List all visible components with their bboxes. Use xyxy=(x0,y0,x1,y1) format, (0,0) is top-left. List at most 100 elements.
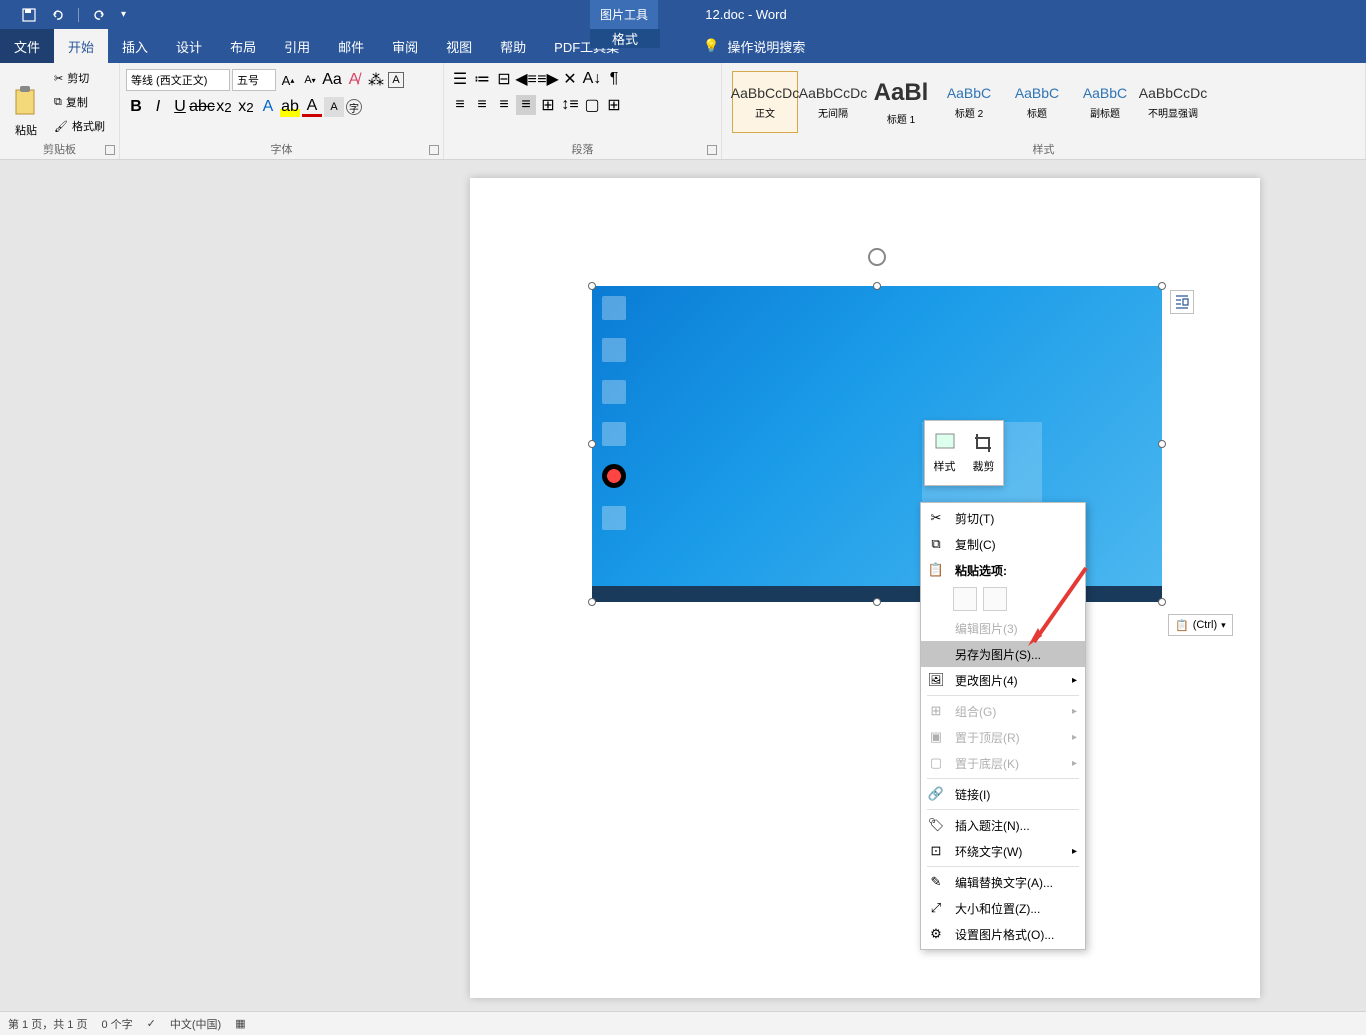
paste-option-2[interactable] xyxy=(983,587,1007,611)
cm-edit-alt-text[interactable]: ✎编辑替换文字(A)... xyxy=(921,869,1085,895)
distributed-icon[interactable]: ⊞ xyxy=(538,95,558,115)
cm-insert-caption[interactable]: 🏷插入题注(N)... xyxy=(921,812,1085,838)
ribbon: 粘贴 ✂剪切 ⧉复制 🖌格式刷 剪贴板 等线 (西文正文) 五号 A▴ A▾ A… xyxy=(0,63,1366,160)
underline-icon[interactable]: U xyxy=(170,97,190,117)
style-item-3[interactable]: AaBbC标题 2 xyxy=(936,71,1002,133)
save-icon[interactable] xyxy=(22,8,36,22)
borders-icon[interactable]: ⊞ xyxy=(604,95,624,115)
tab-home[interactable]: 开始 xyxy=(54,29,108,63)
tab-review[interactable]: 审阅 xyxy=(378,29,432,63)
italic-icon[interactable]: I xyxy=(148,97,168,117)
tab-format[interactable]: 格式 xyxy=(590,29,660,48)
strike-icon[interactable]: abc xyxy=(192,97,212,117)
style-item-5[interactable]: AaBbC副标题 xyxy=(1072,71,1138,133)
brush-icon: 🖌 xyxy=(54,120,68,133)
tab-layout[interactable]: 布局 xyxy=(216,29,270,63)
rotate-handle[interactable] xyxy=(868,248,886,266)
clipboard-icon: 📋 xyxy=(927,561,945,579)
tab-help[interactable]: 帮助 xyxy=(486,29,540,63)
tab-design[interactable]: 设计 xyxy=(162,29,216,63)
handle-se[interactable] xyxy=(1158,598,1166,606)
group-clipboard: 粘贴 ✂剪切 ⧉复制 🖌格式刷 剪贴板 xyxy=(0,63,120,159)
font-name-combo[interactable]: 等线 (西文正文) xyxy=(126,69,230,91)
text-effects-icon[interactable]: A xyxy=(258,97,278,117)
cm-change-picture[interactable]: 🖼更改图片(4)▸ xyxy=(921,667,1085,693)
tab-view[interactable]: 视图 xyxy=(432,29,486,63)
cm-wrap-text[interactable]: ⊡环绕文字(W)▸ xyxy=(921,838,1085,864)
font-color-icon[interactable]: A xyxy=(302,97,322,117)
shading-icon[interactable]: ▢ xyxy=(582,95,602,115)
phonetic-icon[interactable]: ⁂ xyxy=(366,70,386,90)
style-item-1[interactable]: AaBbCcDc无间隔 xyxy=(800,71,866,133)
handle-ne[interactable] xyxy=(1158,282,1166,290)
word-count[interactable]: 0 个字 xyxy=(101,1016,132,1032)
style-item-2[interactable]: AaBl标题 1 xyxy=(868,71,934,133)
cm-format-picture[interactable]: ⚙设置图片格式(O)... xyxy=(921,921,1085,947)
macro-icon[interactable]: ▦ xyxy=(235,1017,245,1030)
tab-insert[interactable]: 插入 xyxy=(108,29,162,63)
handle-n[interactable] xyxy=(873,282,881,290)
paste-option-1[interactable] xyxy=(953,587,977,611)
clear-format-icon[interactable]: A̸ xyxy=(344,70,364,90)
undo-icon[interactable] xyxy=(50,8,64,22)
style-item-6[interactable]: AaBbCcDc不明显强调 xyxy=(1140,71,1206,133)
tab-file[interactable]: 文件 xyxy=(0,29,54,63)
line-spacing-icon[interactable]: ↕≡ xyxy=(560,95,580,115)
superscript-icon[interactable]: x2 xyxy=(236,97,256,117)
proofing-icon[interactable]: ✓ xyxy=(147,1017,156,1030)
styles-gallery[interactable]: AaBbCcDc正文AaBbCcDc无间隔AaBl标题 1AaBbC标题 2Aa… xyxy=(728,67,1359,137)
char-border-icon[interactable]: A xyxy=(388,72,404,88)
paragraph-launcher[interactable] xyxy=(707,145,717,155)
enclose-char-icon[interactable]: 字 xyxy=(346,99,362,115)
paste-smart-tag[interactable]: 📋 (Ctrl) ▾ xyxy=(1168,614,1233,636)
shrink-font-icon[interactable]: A▾ xyxy=(300,70,320,90)
highlight-icon[interactable]: ab xyxy=(280,97,300,117)
copy-button[interactable]: ⧉复制 xyxy=(50,91,109,113)
style-item-4[interactable]: AaBbC标题 xyxy=(1004,71,1070,133)
bold-icon[interactable]: B xyxy=(126,97,146,117)
bullets-icon[interactable]: ☰ xyxy=(450,69,470,89)
handle-e[interactable] xyxy=(1158,440,1166,448)
language[interactable]: 中文(中国) xyxy=(170,1016,221,1032)
asian-layout-icon[interactable]: ✕ xyxy=(560,69,580,89)
font-size-combo[interactable]: 五号 xyxy=(232,69,276,91)
cm-copy[interactable]: ⧉复制(C) xyxy=(921,531,1085,557)
format-painter-button[interactable]: 🖌格式刷 xyxy=(50,115,109,137)
multilevel-icon[interactable]: ⊟ xyxy=(494,69,514,89)
chevron-right-icon: ▸ xyxy=(1072,706,1077,717)
align-left-icon[interactable]: ≡ xyxy=(450,95,470,115)
char-shading-icon[interactable]: A xyxy=(324,97,344,117)
tab-mailings[interactable]: 邮件 xyxy=(324,29,378,63)
show-marks-icon[interactable]: ¶ xyxy=(604,69,624,89)
cm-cut[interactable]: ✂剪切(T) xyxy=(921,505,1085,531)
cm-link[interactable]: 🔗链接(I) xyxy=(921,781,1085,807)
grow-font-icon[interactable]: A▴ xyxy=(278,70,298,90)
cm-paste-options xyxy=(921,583,1085,615)
mini-style-button[interactable]: 样式 xyxy=(925,421,964,485)
sort-icon[interactable]: A↓ xyxy=(582,69,602,89)
tell-me-search[interactable]: 💡 操作说明搜索 xyxy=(703,29,805,63)
handle-s[interactable] xyxy=(873,598,881,606)
font-launcher[interactable] xyxy=(429,145,439,155)
subscript-icon[interactable]: x2 xyxy=(214,97,234,117)
cm-size-position[interactable]: ⤢大小和位置(Z)... xyxy=(921,895,1085,921)
handle-nw[interactable] xyxy=(588,282,596,290)
handle-sw[interactable] xyxy=(588,598,596,606)
change-case-icon[interactable]: Aa xyxy=(322,70,342,90)
clipboard-launcher[interactable] xyxy=(105,145,115,155)
style-item-0[interactable]: AaBbCcDc正文 xyxy=(732,71,798,133)
cm-save-as-picture[interactable]: 另存为图片(S)... xyxy=(921,641,1085,667)
inc-indent-icon[interactable]: ≡▶ xyxy=(538,69,558,89)
mini-crop-button[interactable]: 裁剪 xyxy=(964,421,1003,485)
page-count[interactable]: 第 1 页，共 1 页 xyxy=(8,1016,87,1032)
cut-button[interactable]: ✂剪切 xyxy=(50,67,109,89)
justify-icon[interactable]: ≡ xyxy=(516,95,536,115)
tab-references[interactable]: 引用 xyxy=(270,29,324,63)
handle-w[interactable] xyxy=(588,440,596,448)
align-right-icon[interactable]: ≡ xyxy=(494,95,514,115)
dec-indent-icon[interactable]: ◀≡ xyxy=(516,69,536,89)
align-center-icon[interactable]: ≡ xyxy=(472,95,492,115)
layout-options-button[interactable] xyxy=(1170,290,1194,314)
redo-icon[interactable] xyxy=(93,8,107,22)
numbering-icon[interactable]: ≔ xyxy=(472,69,492,89)
